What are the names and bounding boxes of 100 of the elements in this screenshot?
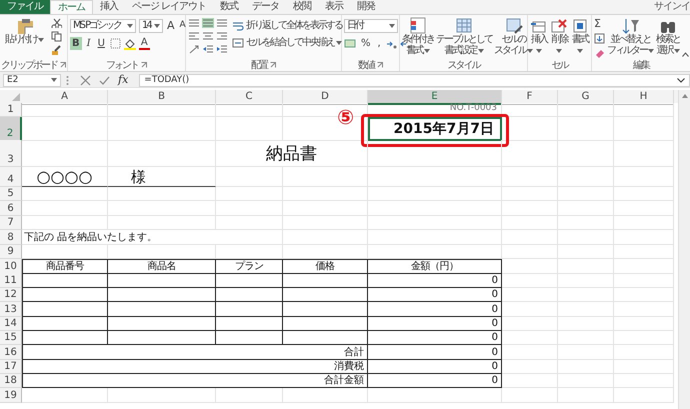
row-header[interactable]: 5 [0,187,22,202]
cell[interactable] [216,316,283,331]
merge-icon[interactable] [232,38,244,48]
cell[interactable]: プラン [216,258,283,274]
cell-style-icon[interactable] [504,17,522,34]
ribbon-button[interactable]: テーブルとして 書式設定 [436,17,492,56]
column-header[interactable]: F [502,90,558,105]
enter-icon[interactable] [99,74,110,86]
row-header[interactable]: 19 [0,388,22,403]
align-center-icon[interactable] [202,31,214,41]
ribbon-tab[interactable]: ホーム [50,0,93,14]
ribbon-button[interactable]: 条件付き 書式 [402,17,434,56]
align-icon[interactable] [216,18,228,28]
column-header[interactable]: A [22,90,108,105]
scrollbar[interactable] [678,90,690,409]
cell[interactable] [22,316,108,331]
dropdown-arrow-icon[interactable] [336,40,342,44]
column-header[interactable]: H [614,90,674,105]
cell[interactable] [283,302,368,317]
row-header[interactable]: 1 [0,103,22,117]
clipboard-icon[interactable] [15,17,34,34]
file-tab[interactable]: ファイル [0,0,50,14]
ribbon-tab[interactable]: 数式 [213,0,246,14]
sign-in-link[interactable]: サインイ [654,0,690,14]
orientation-icon[interactable] [188,44,200,54]
cell[interactable] [216,273,283,288]
cell[interactable] [283,273,368,288]
cell[interactable] [216,330,283,346]
row-header[interactable]: 13 [0,302,22,317]
collapse-ribbon-icon[interactable] [682,52,689,57]
row-header[interactable]: 17 [0,360,22,374]
eraser-icon[interactable] [594,47,605,58]
row-header[interactable]: 12 [0,288,22,302]
cell[interactable]: 0 [368,302,502,317]
grow-font-button[interactable]: A [166,19,176,32]
font-size-dropdown[interactable]: 14 [139,18,163,32]
cell[interactable]: 合計金額 [22,374,368,388]
decrease-indent-icon[interactable] [202,44,214,54]
ribbon-tab[interactable]: 挿入 [93,0,125,14]
dropdown-arrow-icon[interactable] [127,24,133,28]
increase-indent-icon[interactable] [216,44,228,54]
cell[interactable]: 0 [368,330,502,346]
copy-icon[interactable] [51,31,62,42]
cell[interactable]: 下記の 品を納品いたします。 [22,230,283,245]
ribbon-button[interactable]: 書式 [570,17,589,56]
cell[interactable] [108,330,216,346]
number-format-dropdown[interactable]: 日付 [344,18,398,32]
expand-icon[interactable] [677,78,685,82]
row-header[interactable]: 18 [0,374,22,388]
cell[interactable]: 合計 [22,345,368,360]
conditional-format-icon[interactable] [409,17,427,34]
ribbon-button[interactable]: 検索と 選択 [656,17,680,56]
italic-button[interactable]: I [84,37,93,50]
align-icon[interactable] [188,18,200,28]
ribbon-button[interactable]: 削除 [550,17,568,56]
shrink-font-button[interactable]: A [178,19,187,32]
table-icon[interactable] [455,17,473,34]
bold-button[interactable]: B [70,37,82,50]
align-right-icon[interactable] [216,31,228,41]
dialog-launcher-icon[interactable] [377,62,383,68]
column-header[interactable]: B [108,90,216,105]
ribbon-tab[interactable]: 校閲 [286,0,318,14]
dialog-launcher-icon[interactable] [270,62,276,68]
cell[interactable]: 0 [368,316,502,331]
cell[interactable]: 商品番号 [22,258,108,274]
row-header[interactable]: 3 [0,140,22,167]
row-header[interactable]: 14 [0,316,22,331]
cell[interactable]: ○○○○ [22,167,108,187]
cell[interactable] [108,288,216,302]
brush-icon[interactable] [51,45,62,56]
ribbon-button[interactable]: 貼り付け [4,17,44,45]
row-header[interactable]: 9 [0,244,22,259]
cell[interactable]: 0 [368,345,502,360]
dropdown-arrow-icon[interactable] [389,24,395,28]
fill-down-icon[interactable] [594,33,605,44]
dropdown-arrow-icon[interactable] [674,48,680,52]
cell[interactable] [283,316,368,331]
cell[interactable] [108,316,216,331]
cell[interactable]: 金額（円） [368,258,502,274]
percent-button[interactable]: % [359,37,373,50]
cell[interactable]: 価格 [283,258,368,274]
wrap-text-button[interactable]: 折り返して全体を表示する [232,20,342,31]
name-box[interactable]: E2 [3,74,61,86]
cell[interactable] [22,273,108,288]
cell[interactable] [283,330,368,346]
cell[interactable] [216,288,283,302]
dropdown-arrow-icon[interactable] [576,48,583,52]
cell[interactable] [283,288,368,302]
font-color-button[interactable]: A [138,37,150,50]
cell[interactable] [108,273,216,288]
currency-icon[interactable] [344,38,356,49]
column-header[interactable]: C [216,90,283,105]
sort-filter-icon[interactable] [622,17,640,34]
comma-button[interactable]: , [376,37,383,50]
autosum-button[interactable]: Σ [594,18,601,30]
row-header[interactable]: 8 [0,230,22,245]
cell[interactable]: 消費税 [22,360,368,374]
align-left-icon[interactable] [188,31,200,41]
dialog-launcher-icon[interactable] [141,62,147,68]
dropdown-arrow-icon[interactable] [154,24,160,28]
